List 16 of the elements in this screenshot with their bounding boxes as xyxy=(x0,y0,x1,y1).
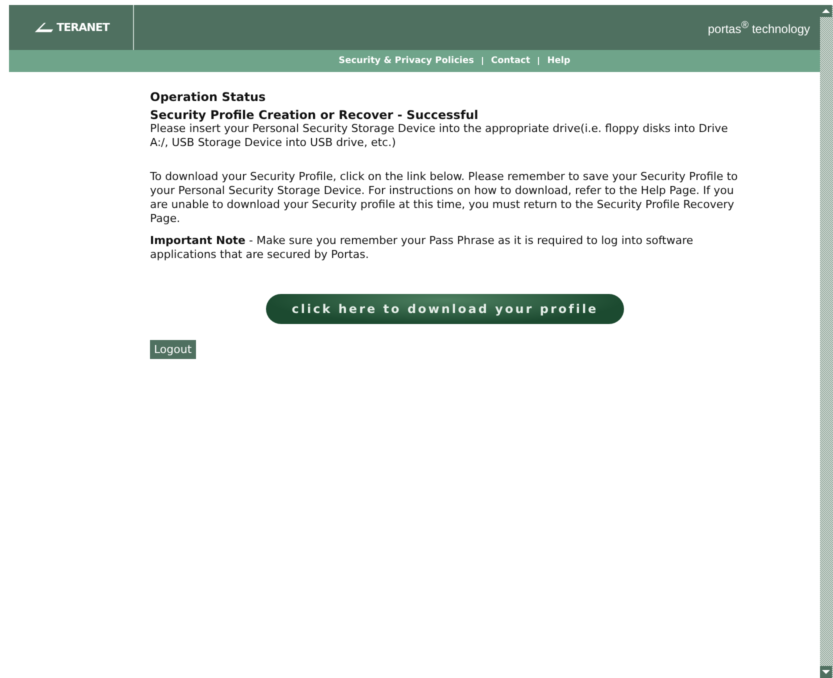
scroll-down-icon[interactable] xyxy=(820,666,832,678)
logo-icon xyxy=(32,22,55,33)
nav-link[interactable]: Security & Privacy Policies xyxy=(338,56,474,66)
nav-link[interactable]: Help xyxy=(547,56,570,66)
download-button[interactable]: click here to download your profile xyxy=(266,294,624,324)
scroll-up-icon[interactable] xyxy=(820,5,832,17)
instruction-text: Please insert your Personal Security Storage Device into the appropriate drive(i.e. floppy disks into Drive A:/, USB Storage Device into USB drive, etc.) xyxy=(150,122,729,150)
nav-link[interactable]: Contact xyxy=(490,56,530,66)
status-heading: Operation Status xyxy=(150,90,267,104)
scrollbar[interactable] xyxy=(820,5,833,678)
logout-button[interactable]: Logout xyxy=(150,340,196,359)
status-subheading: Security Profile Creation or Recover - Successful xyxy=(150,108,480,122)
paragraph: Important Note - Make sure you remember your Pass Phrase as it is required to log into software applications that are secured by Portas. xyxy=(150,234,694,262)
logo-text: TERANET xyxy=(56,21,110,34)
paragraph: To download your Security Profile, click on the link below. Please remember to save your Security Profile to your Personal Security Storage Device. For instructions on how to download, refer to the Help Page. If you are unable to download your Security profile at this time, you must return to the Security Profile Recovery Page. xyxy=(150,170,739,226)
tagline: portas$^{®}$ technology xyxy=(708,20,810,36)
